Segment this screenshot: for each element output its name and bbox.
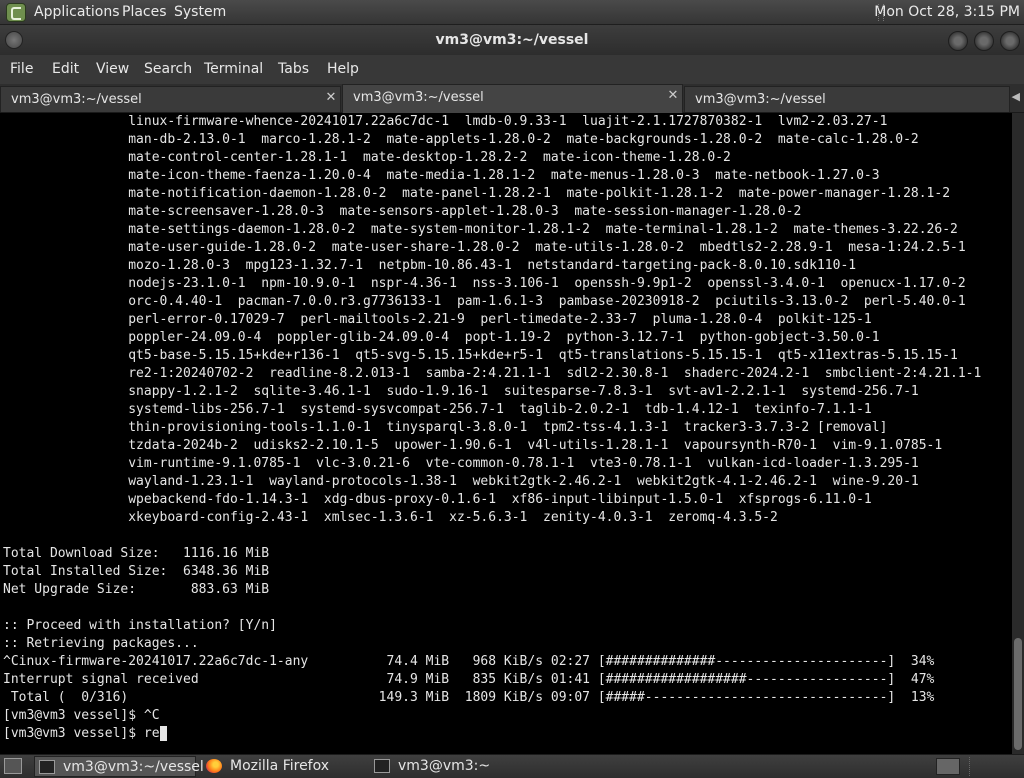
close-icon[interactable]: ✕ [666,89,680,103]
menubar: File Edit View Search Terminal Tabs Help [0,55,1024,84]
menu-edit[interactable]: Edit [52,61,79,77]
window-title: vm3@vm3:~/vessel [435,32,589,48]
close-button[interactable] [1000,31,1020,51]
top-panel: Applications Places System Mon Oct 28, 3… [0,0,1024,25]
tab-3[interactable]: vm3@vm3:~/vessel [684,86,1010,112]
terminal-line: mate-settings-daemon-1.28.0-2 mate-syste… [3,222,958,237]
terminal-line: systemd-libs-256.7-1 systemd-sysvcompat-… [3,402,872,417]
terminal-line: man-db-2.13.0-1 marco-1.28.1-2 mate-appl… [3,132,919,147]
terminal-lines: linux-firmware-whence-20241017.22a6c7dc-… [3,113,981,743]
terminal-line: wayland-1.23.1-1 wayland-protocols-1.38-… [3,474,919,489]
terminal-line: mozo-1.28.0-3 mpg123-1.32.7-1 netpbm-10.… [3,258,857,273]
menu-tabs[interactable]: Tabs [278,61,309,77]
task-label: vm3@vm3:~ [398,758,491,774]
firefox-icon [206,759,222,773]
task-firefox[interactable]: Mozilla Firefox [202,756,364,777]
terminal-line: qt5-base-5.15.15+kde+r136-1 qt5-svg-5.15… [3,348,958,363]
task-terminal-vessel[interactable]: vm3@vm3:~/vessel [34,756,204,777]
workspace-switcher[interactable] [936,758,960,775]
menu-help[interactable]: Help [327,61,359,77]
terminal-line: ^Cinux-firmware-20241017.22a6c7dc-1-any … [3,654,935,669]
terminal-icon [39,760,55,774]
tab-label: vm3@vm3:~/vessel [11,92,142,107]
terminal-line: Net Upgrade Size: 883.63 MiB [3,582,270,597]
terminal-icon [374,759,390,773]
tab-2[interactable]: vm3@vm3:~/vessel ✕ [342,84,683,113]
terminal-line: vim-runtime-9.1.0785-1 vlc-3.0.21-6 vte-… [3,456,919,471]
terminal-line: poppler-24.09.0-4 poppler-glib-24.09.0-4… [3,330,880,345]
terminal-line: mate-control-center-1.28.1-1 mate-deskto… [3,150,731,165]
terminal-line: perl-error-0.17029-7 perl-mailtools-2.21… [3,312,872,327]
maximize-button[interactable] [974,31,994,51]
tab-label: vm3@vm3:~/vessel [353,90,484,105]
terminal-output[interactable]: linux-firmware-whence-20241017.22a6c7dc-… [0,113,1012,754]
terminal-line: xkeyboard-config-2.43-1 xmlsec-1.3.6-1 x… [3,510,778,525]
show-desktop-icon[interactable] [4,758,22,774]
terminal-line: :: Retrieving packages... [3,636,199,651]
minimize-button[interactable] [948,31,968,51]
tab-bar: vm3@vm3:~/vessel ✕ vm3@vm3:~/vessel ✕ vm… [0,84,1024,113]
menu-file[interactable]: File [10,61,33,77]
system-menu[interactable]: System [174,4,226,20]
terminal-line: mate-notification-daemon-1.28.0-2 mate-p… [3,186,951,201]
terminal-line: re2-1:20240702-2 readline-8.2.013-1 samb… [3,366,982,381]
places-menu[interactable]: Places [122,4,167,20]
window-menu-icon[interactable] [5,31,23,49]
menu-view[interactable]: View [96,61,129,77]
tab-label: vm3@vm3:~/vessel [695,92,826,107]
task-label: Mozilla Firefox [230,758,330,774]
window-titlebar[interactable]: vm3@vm3:~/vessel [0,25,1024,55]
applications-menu[interactable]: Applications [34,4,120,20]
terminal-line: Total Download Size: 1116.16 MiB [3,546,270,561]
terminal-line: linux-firmware-whence-20241017.22a6c7dc-… [3,114,888,129]
terminal-line: mate-user-guide-1.28.0-2 mate-user-share… [3,240,966,255]
distro-logo-icon[interactable] [6,3,26,22]
bottom-taskbar: vm3@vm3:~/vessel Mozilla Firefox vm3@vm3… [0,754,1024,778]
terminal-line: nodejs-23.1.0-1 npm-10.9.0-1 nspr-4.36-1… [3,276,966,291]
terminal-line: Total Installed Size: 6348.36 MiB [3,564,270,579]
terminal-line: :: Proceed with installation? [Y/n] [3,618,277,633]
terminal-line: Total ( 0/316) 149.3 MiB 1809 KiB/s 09:0… [3,690,935,705]
command-input[interactable]: re [144,726,160,741]
terminal-line: mate-icon-theme-faenza-1.20.0-4 mate-med… [3,168,880,183]
menu-terminal[interactable]: Terminal [204,61,263,77]
command-prompt-line[interactable]: [vm3@vm3 vessel]$ re [3,725,981,743]
tab-scroll-icon[interactable]: ◀ [1012,90,1020,103]
menu-search[interactable]: Search [144,61,192,77]
close-icon[interactable]: ✕ [324,91,338,105]
prompt: [vm3@vm3 vessel]$ [3,726,144,741]
task-label: vm3@vm3:~/vessel [63,759,204,775]
terminal-line: orc-0.4.40-1 pacman-7.0.0.r3.g7736133-1 … [3,294,966,309]
terminal-line: Interrupt signal received 74.9 MiB 835 K… [3,672,935,687]
text-cursor [159,726,168,741]
task-terminal-home[interactable]: vm3@vm3:~ [370,756,532,777]
terminal-line: wpebackend-fdo-1.14.3-1 xdg-dbus-proxy-0… [3,492,872,507]
terminal-scrollbar[interactable] [1012,113,1024,754]
scrollbar-thumb[interactable] [1014,638,1022,750]
terminal-line: mate-screensaver-1.28.0-3 mate-sensors-a… [3,204,802,219]
panel-handle [969,757,990,776]
terminal-line: [vm3@vm3 vessel]$ ^C [3,708,160,723]
terminal-line: thin-provisioning-tools-1.1.0-1 tinyspar… [3,420,888,435]
clock[interactable]: Mon Oct 28, 3:15 PM [874,4,1020,20]
terminal-line: tzdata-2024b-2 udisks2-2.10.1-5 upower-1… [3,438,943,453]
terminal-line: snappy-1.2.1-2 sqlite-3.46.1-1 sudo-1.9.… [3,384,919,399]
tab-1[interactable]: vm3@vm3:~/vessel ✕ [0,86,341,112]
